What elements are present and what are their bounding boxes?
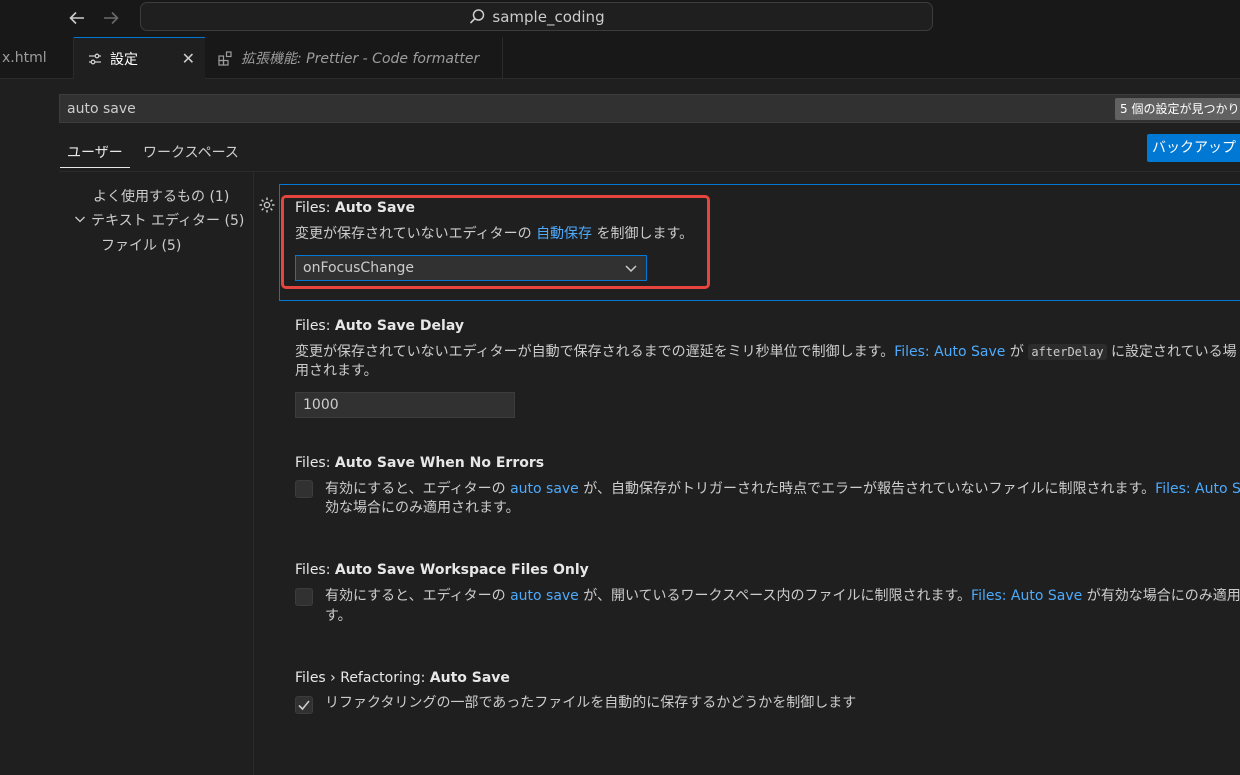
extensions-icon	[218, 50, 232, 66]
project-name: sample_coding	[492, 7, 605, 26]
tab-index-html[interactable]: x.html	[0, 37, 74, 79]
scope-tab-user[interactable]: ユーザー	[67, 142, 123, 164]
close-icon[interactable]: ✕	[182, 49, 195, 68]
forward-button[interactable]	[99, 8, 123, 30]
chevron-down-icon	[75, 216, 85, 223]
refactoring-auto-save-checkbox[interactable]	[295, 696, 313, 714]
active-scope-indicator	[60, 167, 130, 168]
search-icon	[470, 8, 485, 24]
settings-search-input[interactable]: auto save	[59, 94, 1240, 123]
toc-label: テキスト エディター (5)	[91, 213, 245, 229]
desc-text: が有効な場合にのみ適用	[1082, 588, 1240, 604]
settings-sliders-icon	[89, 53, 101, 65]
desc-text: 有効にすると、エディターの	[325, 481, 511, 497]
desc-link[interactable]: Files: Auto Save	[894, 344, 1005, 360]
setting-title: Files: Auto Save Delay	[295, 318, 464, 334]
desc-text: が	[1005, 344, 1029, 360]
setting-name: Auto Save	[429, 670, 510, 686]
setting-category: Files:	[295, 318, 335, 334]
tab-label: 設定	[110, 52, 138, 68]
desc-link[interactable]: auto save	[510, 481, 579, 497]
divider	[59, 171, 1240, 172]
auto-save-workspace-only-checkbox[interactable]	[295, 588, 313, 606]
setting-description: リファクタリングの一部であったファイルを自動的に保存するかどうかを制御します	[325, 695, 857, 711]
setting-category: Files:	[295, 455, 335, 471]
setting-description-line2: す。	[325, 608, 352, 624]
toc-label: よく使用するもの (1)	[93, 189, 230, 205]
setting-description-line2: 用されます。	[295, 363, 378, 379]
sash[interactable]	[253, 172, 254, 775]
tab-extension-prettier[interactable]: 拡張機能: Prettier - Code formatter	[205, 37, 503, 79]
tab-settings[interactable]: 設定 ✕	[74, 37, 205, 80]
auto-save-no-errors-checkbox[interactable]	[295, 480, 313, 498]
scope-tab-workspace[interactable]: ワークスペース	[143, 142, 239, 164]
red-highlight-annotation	[281, 195, 710, 289]
result-count-badge: 5 個の設定が見つかりま	[1115, 98, 1240, 120]
tab-label: x.html	[2, 50, 47, 66]
setting-name: Auto Save Delay	[334, 318, 464, 334]
arrow-right-icon	[104, 11, 119, 25]
setting-description: 変更が保存されていないエディターが自動で保存されるまでの遅延をミリ秒単位で制御し…	[295, 342, 1237, 362]
tab-bar: x.html 設定 ✕ 拡張機能: Prettier - Code format…	[0, 37, 1240, 80]
gear-icon[interactable]	[258, 196, 276, 214]
desc-text: が、開いているワークスペース内のファイルに制限されます。	[578, 588, 972, 604]
search-value: auto save	[67, 100, 136, 117]
desc-link[interactable]: Files: Auto S	[1155, 481, 1240, 497]
desc-text: 有効にすると、エディターの	[325, 588, 511, 604]
setting-title: Files: Auto Save When No Errors	[295, 455, 544, 471]
toc-label: ファイル (5)	[101, 238, 182, 254]
desc-text: に設定されている場	[1106, 344, 1237, 360]
tab-label: 拡張機能: Prettier - Code formatter	[241, 51, 480, 67]
desc-code: afterDelay	[1028, 344, 1107, 360]
command-center[interactable]: sample_coding	[140, 2, 933, 31]
toc-item-files[interactable]: ファイル (5)	[101, 235, 181, 255]
arrow-left-icon	[69, 11, 84, 25]
desc-text: が、自動保存がトリガーされた時点でエラーが報告されていないファイルに制限されます…	[578, 481, 1156, 497]
desc-link[interactable]: Files: Auto Save	[971, 588, 1082, 604]
setting-category: Files:	[295, 562, 335, 578]
desc-link[interactable]: auto save	[510, 588, 579, 604]
setting-description: 有効にすると、エディターの auto save が、自動保存がトリガーされた時点…	[325, 479, 1240, 499]
toc-item-commonly-used[interactable]: よく使用するもの (1)	[93, 186, 229, 206]
setting-category: Files › Refactoring:	[295, 670, 430, 686]
setting-title: Files: Auto Save Workspace Files Only	[295, 562, 589, 578]
setting-description-line2: 効な場合にのみ適用されます。	[325, 500, 520, 516]
setting-description: 有効にすると、エディターの auto save が、開いているワークスペース内の…	[325, 586, 1240, 606]
checkmark-icon	[298, 700, 310, 711]
auto-save-delay-input[interactable]: 1000	[295, 392, 515, 418]
setting-title: Files › Refactoring: Auto Save	[295, 670, 510, 686]
setting-name: Auto Save When No Errors	[334, 455, 545, 471]
desc-text: 変更が保存されていないエディターが自動で保存されるまでの遅延をミリ秒単位で制御し…	[295, 344, 895, 360]
input-value: 1000	[303, 397, 339, 413]
toc-item-text-editor[interactable]: テキスト エディター (5)	[74, 210, 244, 230]
backup-sync-button[interactable]: バックアップ	[1147, 134, 1240, 162]
setting-name: Auto Save Workspace Files Only	[334, 562, 589, 578]
back-button[interactable]	[65, 8, 89, 30]
